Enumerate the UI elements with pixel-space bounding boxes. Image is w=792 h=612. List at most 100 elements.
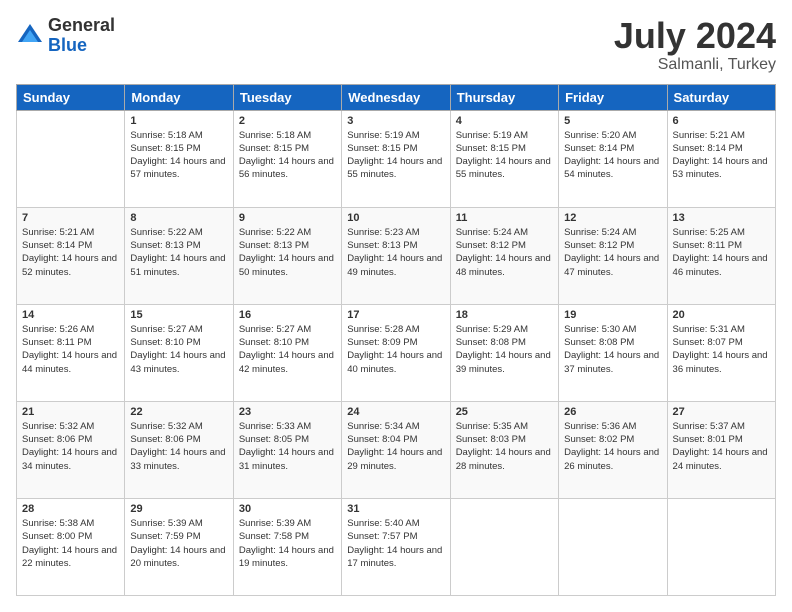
day-cell bbox=[17, 110, 125, 207]
day-number: 20 bbox=[673, 309, 770, 321]
header-cell-thursday: Thursday bbox=[450, 84, 558, 110]
day-number: 26 bbox=[564, 406, 661, 418]
day-info: Sunrise: 5:29 AMSunset: 8:08 PMDaylight:… bbox=[456, 323, 553, 376]
day-cell: 20Sunrise: 5:31 AMSunset: 8:07 PMDayligh… bbox=[667, 304, 775, 401]
day-info: Sunrise: 5:21 AMSunset: 8:14 PMDaylight:… bbox=[673, 129, 770, 182]
day-info: Sunrise: 5:19 AMSunset: 8:15 PMDaylight:… bbox=[456, 129, 553, 182]
day-cell: 14Sunrise: 5:26 AMSunset: 8:11 PMDayligh… bbox=[17, 304, 125, 401]
day-number: 12 bbox=[564, 212, 661, 224]
day-cell: 23 Sunrise: 5:33 AMSunset: 8:05 PMDayligh… bbox=[233, 401, 341, 498]
day-number: 5 bbox=[564, 115, 661, 127]
day-cell: 31 Sunrise: 5:40 AMSunset: 7:57 PMDayligh… bbox=[342, 498, 450, 595]
day-number: 29 bbox=[130, 503, 227, 515]
day-number: 22 bbox=[130, 406, 227, 418]
day-cell: 6 Sunrise: 5:21 AMSunset: 8:14 PMDaylight… bbox=[667, 110, 775, 207]
day-cell: 1 Sunrise: 5:18 AMSunset: 8:15 PMDaylight… bbox=[125, 110, 233, 207]
day-info: Sunrise: 5:36 AMSunset: 8:02 PMDaylight:… bbox=[564, 420, 661, 473]
day-cell bbox=[559, 498, 667, 595]
day-number: 3 bbox=[347, 115, 444, 127]
day-cell: 2Sunrise: 5:18 AMSunset: 8:15 PMDaylight… bbox=[233, 110, 341, 207]
day-info: Sunrise: 5:39 AMSunset: 7:59 PMDaylight:… bbox=[130, 517, 227, 570]
day-number: 24 bbox=[347, 406, 444, 418]
day-number: 1 bbox=[130, 115, 227, 127]
day-info: Sunrise: 5:32 AMSunset: 8:06 PMDaylight:… bbox=[22, 420, 119, 473]
day-cell: 25Sunrise: 5:35 AMSunset: 8:03 PMDayligh… bbox=[450, 401, 558, 498]
day-cell: 10Sunrise: 5:23 AMSunset: 8:13 PMDayligh… bbox=[342, 207, 450, 304]
header-cell-saturday: Saturday bbox=[667, 84, 775, 110]
day-cell: 15 Sunrise: 5:27 AMSunset: 8:10 PMDayligh… bbox=[125, 304, 233, 401]
day-cell: 24Sunrise: 5:34 AMSunset: 8:04 PMDayligh… bbox=[342, 401, 450, 498]
day-info: Sunrise: 5:23 AMSunset: 8:13 PMDaylight:… bbox=[347, 226, 444, 279]
day-info: Sunrise: 5:40 AMSunset: 7:57 PMDaylight:… bbox=[347, 517, 444, 570]
day-cell: 27 Sunrise: 5:37 AMSunset: 8:01 PMDayligh… bbox=[667, 401, 775, 498]
day-info: Sunrise: 5:32 AMSunset: 8:06 PMDaylight:… bbox=[130, 420, 227, 473]
day-cell: 21Sunrise: 5:32 AMSunset: 8:06 PMDayligh… bbox=[17, 401, 125, 498]
day-info: Sunrise: 5:20 AMSunset: 8:14 PMDaylight:… bbox=[564, 129, 661, 182]
day-number: 9 bbox=[239, 212, 336, 224]
day-info: Sunrise: 5:30 AMSunset: 8:08 PMDaylight:… bbox=[564, 323, 661, 376]
week-row-2: 14Sunrise: 5:26 AMSunset: 8:11 PMDayligh… bbox=[17, 304, 776, 401]
logo-text: General Blue bbox=[48, 16, 115, 56]
day-cell: 12 Sunrise: 5:24 AMSunset: 8:12 PMDayligh… bbox=[559, 207, 667, 304]
day-number: 23 bbox=[239, 406, 336, 418]
day-cell: 19 Sunrise: 5:30 AMSunset: 8:08 PMDayligh… bbox=[559, 304, 667, 401]
week-row-4: 28 Sunrise: 5:38 AMSunset: 8:00 PMDayligh… bbox=[17, 498, 776, 595]
day-info: Sunrise: 5:28 AMSunset: 8:09 PMDaylight:… bbox=[347, 323, 444, 376]
day-number: 27 bbox=[673, 406, 770, 418]
day-cell: 4Sunrise: 5:19 AMSunset: 8:15 PMDaylight… bbox=[450, 110, 558, 207]
day-cell: 7Sunrise: 5:21 AMSunset: 8:14 PMDaylight… bbox=[17, 207, 125, 304]
day-info: Sunrise: 5:39 AMSunset: 7:58 PMDaylight:… bbox=[239, 517, 336, 570]
day-number: 19 bbox=[564, 309, 661, 321]
day-cell: 30 Sunrise: 5:39 AMSunset: 7:58 PMDayligh… bbox=[233, 498, 341, 595]
logo: General Blue bbox=[16, 16, 115, 56]
day-cell: 8Sunrise: 5:22 AMSunset: 8:13 PMDaylight… bbox=[125, 207, 233, 304]
title-area: July 2024 Salmanli, Turkey bbox=[614, 16, 776, 74]
day-info: Sunrise: 5:33 AMSunset: 8:05 PMDaylight:… bbox=[239, 420, 336, 473]
day-cell: 29 Sunrise: 5:39 AMSunset: 7:59 PMDayligh… bbox=[125, 498, 233, 595]
day-number: 8 bbox=[130, 212, 227, 224]
header-row: SundayMondayTuesdayWednesdayThursdayFrid… bbox=[17, 84, 776, 110]
day-info: Sunrise: 5:25 AMSunset: 8:11 PMDaylight:… bbox=[673, 226, 770, 279]
logo-blue: Blue bbox=[48, 36, 115, 56]
day-info: Sunrise: 5:21 AMSunset: 8:14 PMDaylight:… bbox=[22, 226, 119, 279]
day-cell bbox=[667, 498, 775, 595]
day-cell: 3 Sunrise: 5:19 AMSunset: 8:15 PMDaylight… bbox=[342, 110, 450, 207]
day-info: Sunrise: 5:38 AMSunset: 8:00 PMDaylight:… bbox=[22, 517, 119, 570]
day-info: Sunrise: 5:18 AMSunset: 8:15 PMDaylight:… bbox=[130, 129, 227, 182]
day-number: 30 bbox=[239, 503, 336, 515]
day-cell: 9 Sunrise: 5:22 AMSunset: 8:13 PMDaylight… bbox=[233, 207, 341, 304]
day-cell: 16 Sunrise: 5:27 AMSunset: 8:10 PMDayligh… bbox=[233, 304, 341, 401]
day-cell: 5 Sunrise: 5:20 AMSunset: 8:14 PMDaylight… bbox=[559, 110, 667, 207]
week-row-3: 21Sunrise: 5:32 AMSunset: 8:06 PMDayligh… bbox=[17, 401, 776, 498]
day-info: Sunrise: 5:26 AMSunset: 8:11 PMDaylight:… bbox=[22, 323, 119, 376]
header-cell-monday: Monday bbox=[125, 84, 233, 110]
day-number: 15 bbox=[130, 309, 227, 321]
header-cell-friday: Friday bbox=[559, 84, 667, 110]
main-title: July 2024 bbox=[614, 16, 776, 56]
header: General Blue July 2024 Salmanli, Turkey bbox=[16, 16, 776, 74]
week-row-0: 1 Sunrise: 5:18 AMSunset: 8:15 PMDaylight… bbox=[17, 110, 776, 207]
day-info: Sunrise: 5:24 AMSunset: 8:12 PMDaylight:… bbox=[564, 226, 661, 279]
day-number: 6 bbox=[673, 115, 770, 127]
day-cell: 13 Sunrise: 5:25 AMSunset: 8:11 PMDayligh… bbox=[667, 207, 775, 304]
day-info: Sunrise: 5:37 AMSunset: 8:01 PMDaylight:… bbox=[673, 420, 770, 473]
day-cell: 28 Sunrise: 5:38 AMSunset: 8:00 PMDayligh… bbox=[17, 498, 125, 595]
header-cell-wednesday: Wednesday bbox=[342, 84, 450, 110]
day-info: Sunrise: 5:35 AMSunset: 8:03 PMDaylight:… bbox=[456, 420, 553, 473]
calendar-table: SundayMondayTuesdayWednesdayThursdayFrid… bbox=[16, 84, 776, 596]
subtitle: Salmanli, Turkey bbox=[614, 56, 776, 74]
day-cell: 17Sunrise: 5:28 AMSunset: 8:09 PMDayligh… bbox=[342, 304, 450, 401]
day-number: 16 bbox=[239, 309, 336, 321]
week-row-1: 7Sunrise: 5:21 AMSunset: 8:14 PMDaylight… bbox=[17, 207, 776, 304]
day-info: Sunrise: 5:27 AMSunset: 8:10 PMDaylight:… bbox=[130, 323, 227, 376]
logo-general: General bbox=[48, 16, 115, 36]
day-cell: 26 Sunrise: 5:36 AMSunset: 8:02 PMDayligh… bbox=[559, 401, 667, 498]
day-info: Sunrise: 5:22 AMSunset: 8:13 PMDaylight:… bbox=[239, 226, 336, 279]
day-number: 18 bbox=[456, 309, 553, 321]
day-number: 28 bbox=[22, 503, 119, 515]
day-number: 31 bbox=[347, 503, 444, 515]
day-number: 13 bbox=[673, 212, 770, 224]
day-info: Sunrise: 5:24 AMSunset: 8:12 PMDaylight:… bbox=[456, 226, 553, 279]
day-info: Sunrise: 5:27 AMSunset: 8:10 PMDaylight:… bbox=[239, 323, 336, 376]
day-info: Sunrise: 5:19 AMSunset: 8:15 PMDaylight:… bbox=[347, 129, 444, 182]
